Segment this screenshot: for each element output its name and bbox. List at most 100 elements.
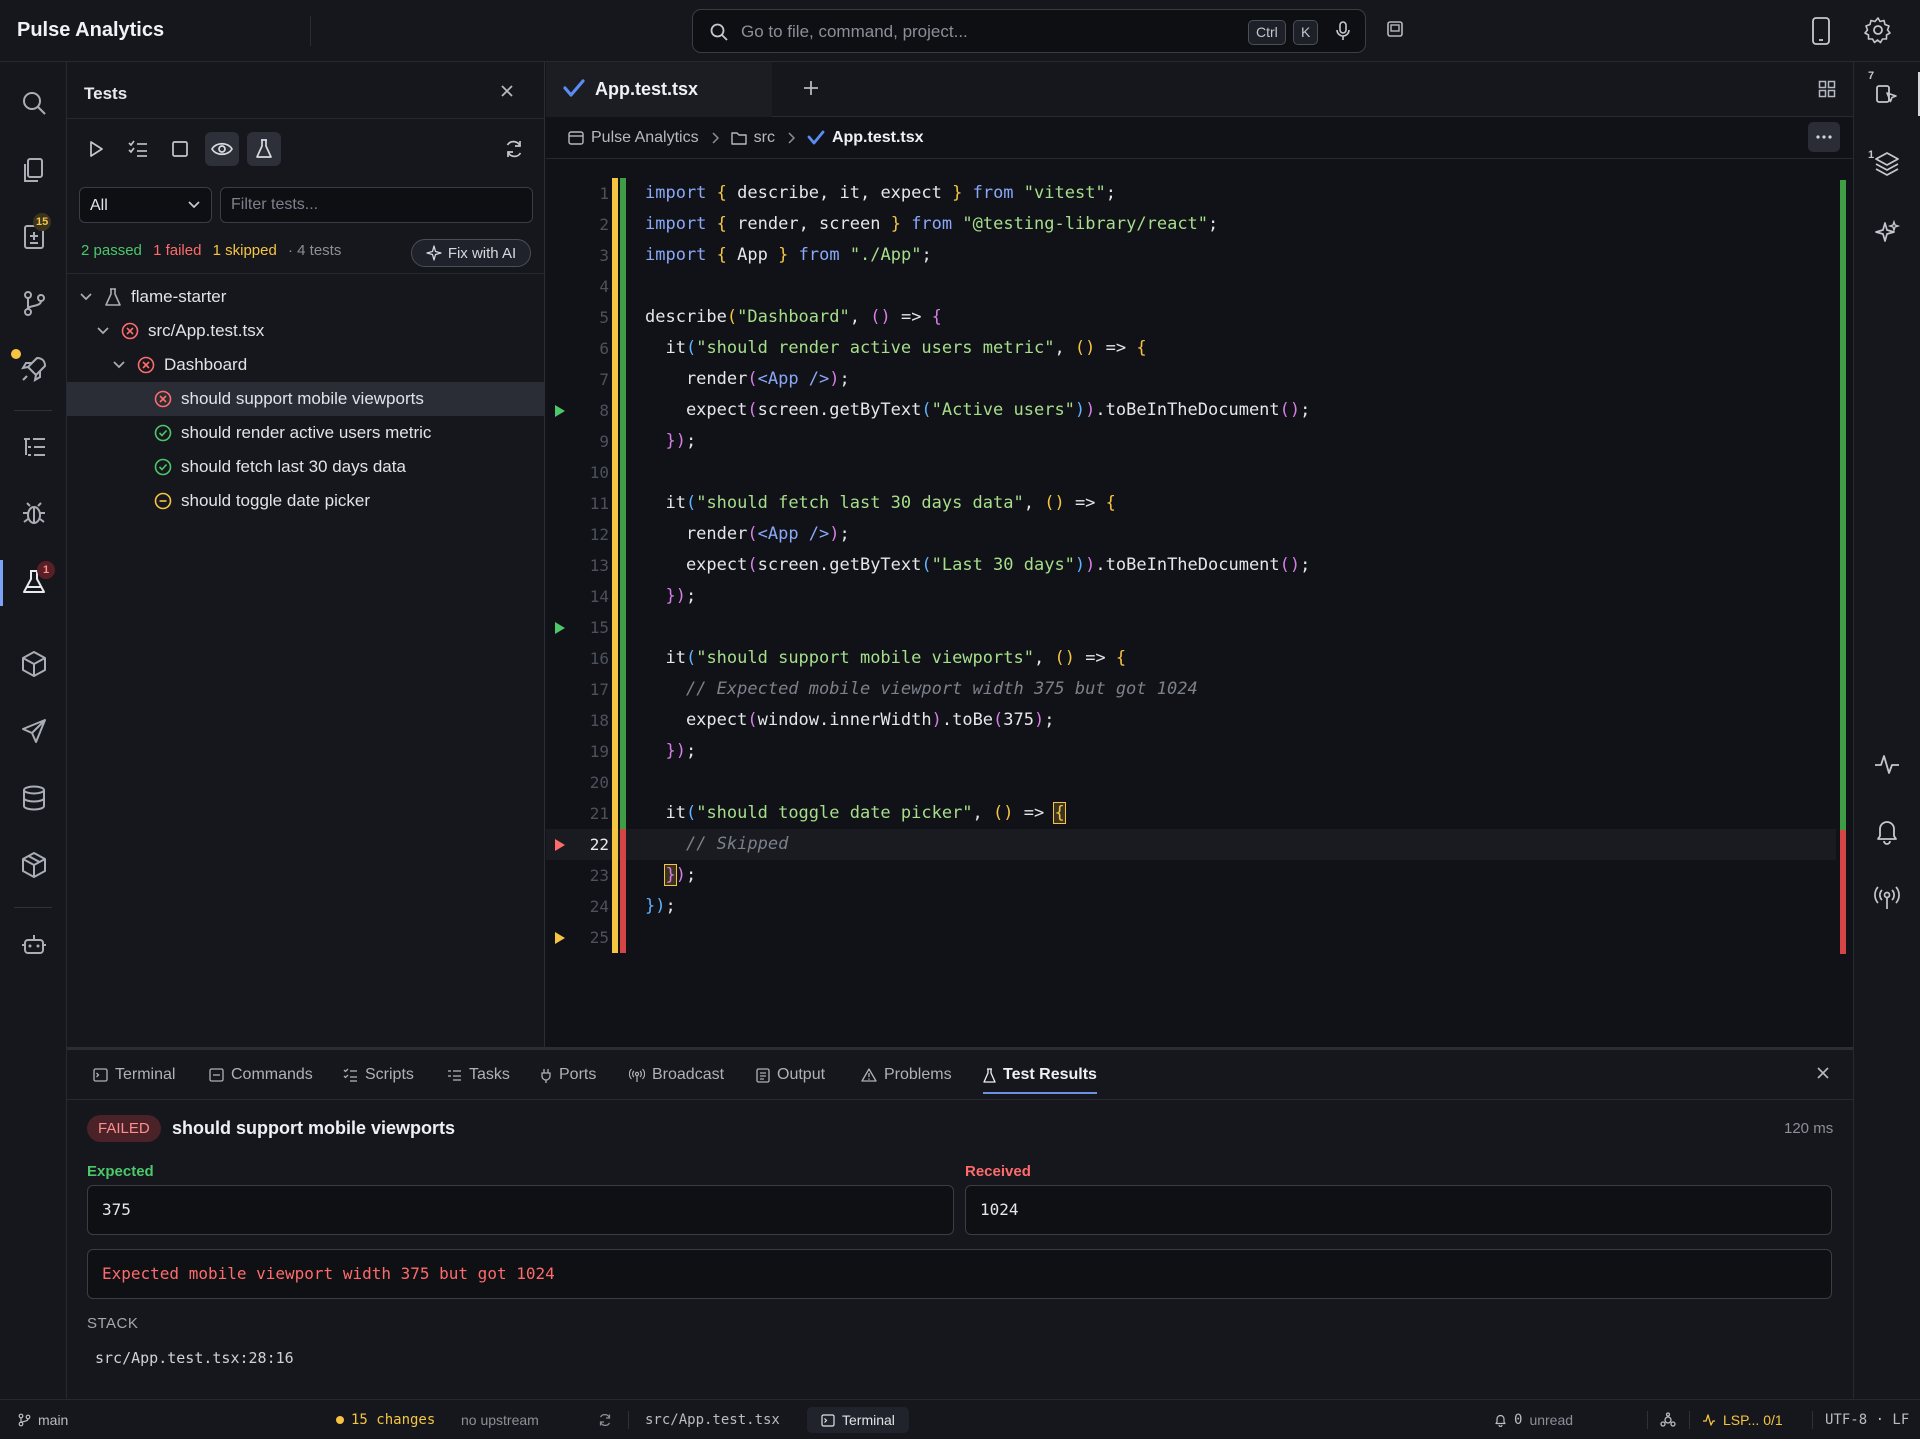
code-line[interactable]: 17 // Expected mobile viewport width 375… — [546, 674, 1836, 705]
microphone-icon[interactable] — [1335, 21, 1351, 41]
test-row[interactable]: should support mobile viewports — [67, 382, 545, 416]
tab-test-results[interactable]: Test Results — [983, 1050, 1097, 1100]
run-test-icon[interactable] — [554, 931, 566, 945]
coverage-toggle[interactable] — [247, 132, 281, 166]
tab-commands[interactable]: Commands — [209, 1050, 313, 1100]
tab-ports[interactable]: Ports — [540, 1050, 596, 1100]
tab-broadcast[interactable]: Broadcast — [629, 1050, 724, 1100]
code-line[interactable]: 13 expect(screen.getByText("Last 30 days… — [546, 550, 1836, 581]
code-line[interactable]: 25 — [546, 922, 1836, 953]
stack-trace[interactable]: src/App.test.tsx:28:16 — [95, 1349, 294, 1367]
package-icon[interactable] — [19, 649, 49, 679]
test-row[interactable]: should toggle date picker — [67, 484, 545, 518]
lsp-indicator[interactable]: LSP... 0/1 — [1702, 1400, 1783, 1439]
files-icon[interactable] — [19, 155, 49, 185]
code-line[interactable]: 12 render(<App />); — [546, 519, 1836, 550]
refresh-button[interactable] — [497, 132, 531, 166]
test-row[interactable]: should render active users metric — [67, 416, 545, 450]
terminal-button[interactable]: Terminal — [807, 1407, 909, 1433]
suite-name: Dashboard — [164, 355, 248, 374]
test-duration: 120 ms — [1784, 1120, 1834, 1137]
layout-icon[interactable] — [1386, 20, 1404, 38]
sparkle-icon[interactable] — [1873, 219, 1901, 247]
breadcrumb-project[interactable]: Pulse Analytics — [568, 129, 699, 147]
code-line[interactable]: 16 it("should support mobile viewports",… — [546, 643, 1836, 674]
code-line[interactable]: 24}); — [546, 891, 1836, 922]
close-icon[interactable] — [500, 84, 514, 98]
tree-file-row[interactable]: src/App.test.tsx — [67, 314, 545, 348]
tab-output[interactable]: Output — [756, 1050, 825, 1100]
tab-terminal[interactable]: Terminal — [93, 1050, 175, 1100]
code-line[interactable]: 9 }); — [546, 426, 1836, 457]
search-icon[interactable] — [19, 88, 49, 118]
robot-icon[interactable] — [19, 930, 49, 960]
code-line[interactable]: 2 import { render, screen } from "@testin… — [546, 209, 1836, 240]
code-line[interactable]: 18 expect(window.innerWidth).toBe(375); — [546, 705, 1836, 736]
code-line[interactable]: 15 — [546, 612, 1836, 643]
code-line[interactable]: 7 render(<App />); — [546, 364, 1836, 395]
rocket-icon[interactable] — [19, 354, 49, 384]
run-test-icon[interactable] — [554, 838, 566, 852]
cube-icon[interactable] — [19, 850, 49, 880]
test-row[interactable]: should fetch last 30 days data — [67, 450, 545, 484]
code-line[interactable]: 11 it("should fetch last 30 days data", … — [546, 488, 1836, 519]
close-icon[interactable] — [1816, 1066, 1830, 1080]
code-line[interactable]: 19 }); — [546, 736, 1836, 767]
run-selected-button[interactable] — [121, 132, 155, 166]
stop-button[interactable] — [163, 132, 197, 166]
code-line[interactable]: 10 — [546, 457, 1836, 488]
bell-icon[interactable] — [1873, 817, 1901, 845]
encoding-indicator[interactable]: UTF-8 · LF — [1825, 1400, 1909, 1439]
activity-pulse-icon[interactable] — [1873, 750, 1901, 778]
grid-icon[interactable] — [1818, 80, 1836, 98]
notifications-indicator[interactable]: 0 unread — [1494, 1400, 1573, 1439]
database-icon[interactable] — [19, 783, 49, 813]
tab-scripts[interactable]: Scripts — [343, 1050, 414, 1100]
filter-tests-input[interactable] — [220, 187, 533, 223]
tab-problems[interactable]: Problems — [861, 1050, 952, 1100]
code-line[interactable]: 3 import { App } from "./App"; — [546, 240, 1836, 271]
watch-mode-toggle[interactable] — [205, 132, 239, 166]
code-area[interactable]: 1 import { describe, it, expect } from "v… — [546, 178, 1853, 998]
mobile-device-icon[interactable] — [1810, 17, 1832, 45]
editor-tab[interactable]: App.test.tsx — [546, 62, 772, 117]
upstream-indicator[interactable]: no upstream — [461, 1400, 539, 1439]
more-actions-button[interactable] — [1808, 122, 1840, 152]
changes-indicator[interactable]: 15 changes — [336, 1400, 435, 1439]
gear-icon[interactable] — [1864, 16, 1892, 44]
code-line[interactable]: 8 expect(screen.getByText("Active users"… — [546, 395, 1836, 426]
breadcrumb-folder[interactable]: src — [730, 129, 775, 147]
send-icon[interactable] — [19, 716, 49, 746]
gutter-marker — [620, 860, 626, 891]
plus-icon[interactable] — [803, 80, 819, 96]
broadcast-icon[interactable] — [1873, 884, 1901, 912]
sync-icon[interactable] — [598, 1413, 612, 1427]
branch-indicator[interactable]: main — [18, 1400, 68, 1439]
command-bar[interactable]: Go to file, command, project... Ctrl K — [692, 9, 1366, 53]
code-line[interactable]: 14 }); — [546, 581, 1836, 612]
code-line[interactable]: 5 describe("Dashboard", () => { — [546, 302, 1836, 333]
ai-agent-icon[interactable] — [1660, 1412, 1676, 1428]
code-line[interactable]: 6 it("should render active users metric"… — [546, 333, 1836, 364]
code-line[interactable]: 22 // Skipped — [546, 829, 1836, 860]
error-message: Expected mobile viewport width 375 but g… — [87, 1249, 1832, 1299]
tree-suite-row[interactable]: Dashboard — [67, 348, 545, 382]
status-filter-select[interactable]: All — [79, 187, 212, 223]
breadcrumb-file[interactable]: App.test.tsx — [807, 129, 924, 147]
code-line[interactable]: 4 — [546, 271, 1836, 302]
code-line[interactable]: 21 it("should toggle date picker", () =>… — [546, 798, 1836, 829]
code-line[interactable]: 20 — [546, 767, 1836, 798]
run-test-icon[interactable] — [554, 621, 566, 635]
code-line[interactable]: 1 import { describe, it, expect } from "v… — [546, 178, 1836, 209]
code-line[interactable]: 23 }); — [546, 860, 1836, 891]
tree-project-row[interactable]: flame-starter — [67, 280, 545, 314]
bug-icon[interactable] — [19, 498, 49, 528]
current-file[interactable]: src/App.test.tsx — [645, 1400, 780, 1439]
tab-tasks[interactable]: Tasks — [447, 1050, 510, 1100]
run-tests-button[interactable] — [79, 132, 113, 166]
git-branch-icon[interactable] — [19, 288, 49, 318]
outline-list-icon[interactable] — [19, 432, 49, 462]
inspect-icon[interactable] — [1873, 80, 1901, 108]
fix-with-ai-button[interactable]: Fix with AI — [411, 239, 531, 267]
run-test-icon[interactable] — [554, 404, 566, 418]
